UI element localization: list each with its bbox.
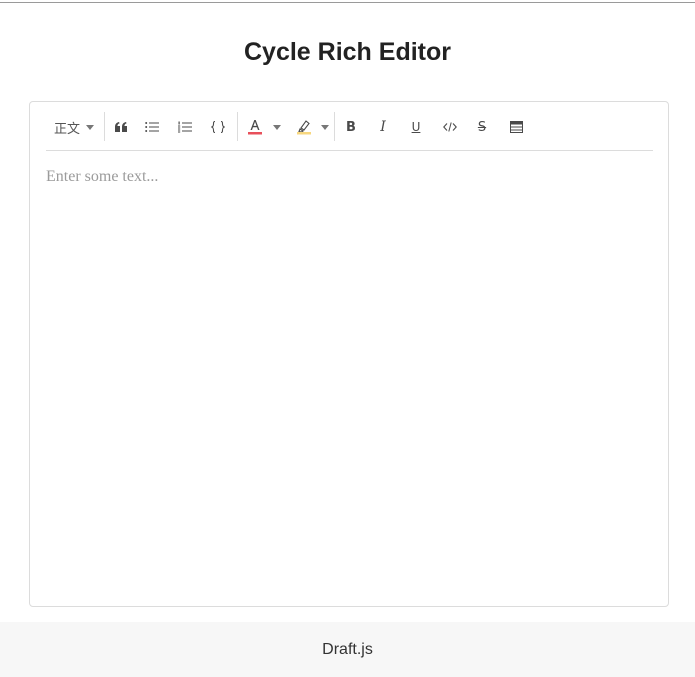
table-icon[interactable] bbox=[508, 118, 524, 136]
highlighter-icon[interactable] bbox=[296, 118, 312, 136]
strikethrough-icon[interactable]: S bbox=[475, 118, 489, 136]
top-border bbox=[0, 0, 695, 3]
bulleted-list-icon[interactable] bbox=[144, 118, 160, 136]
code-braces-icon[interactable] bbox=[210, 118, 226, 136]
editor-toolbar: 正文 B I U S bbox=[46, 110, 653, 151]
chevron-down-icon[interactable] bbox=[321, 125, 329, 130]
text-color-icon[interactable] bbox=[247, 118, 263, 136]
block-type-value: 正文 bbox=[54, 121, 81, 137]
toolbar-divider bbox=[237, 112, 238, 141]
block-type-select[interactable]: 正文 bbox=[54, 118, 102, 137]
chevron-down-icon bbox=[86, 124, 95, 130]
page-title: Cycle Rich Editor bbox=[244, 38, 451, 66]
bold-icon[interactable]: B bbox=[344, 118, 358, 136]
rich-editor: 正文 B I U S Enter some text... bbox=[29, 101, 669, 607]
numbered-list-icon[interactable] bbox=[177, 118, 193, 136]
draftjs-link[interactable]: Draft.js bbox=[322, 641, 373, 659]
toolbar-divider bbox=[104, 112, 105, 141]
underline-icon[interactable]: U bbox=[409, 118, 423, 136]
italic-icon[interactable]: I bbox=[376, 118, 390, 136]
footer: Draft.js bbox=[0, 622, 695, 677]
chevron-down-icon[interactable] bbox=[273, 125, 281, 130]
inline-code-icon[interactable] bbox=[442, 118, 458, 136]
toolbar-divider bbox=[334, 112, 335, 141]
quote-icon[interactable] bbox=[114, 118, 128, 136]
editor-content[interactable]: Enter some text... bbox=[46, 168, 653, 588]
editor-placeholder: Enter some text... bbox=[46, 168, 159, 185]
